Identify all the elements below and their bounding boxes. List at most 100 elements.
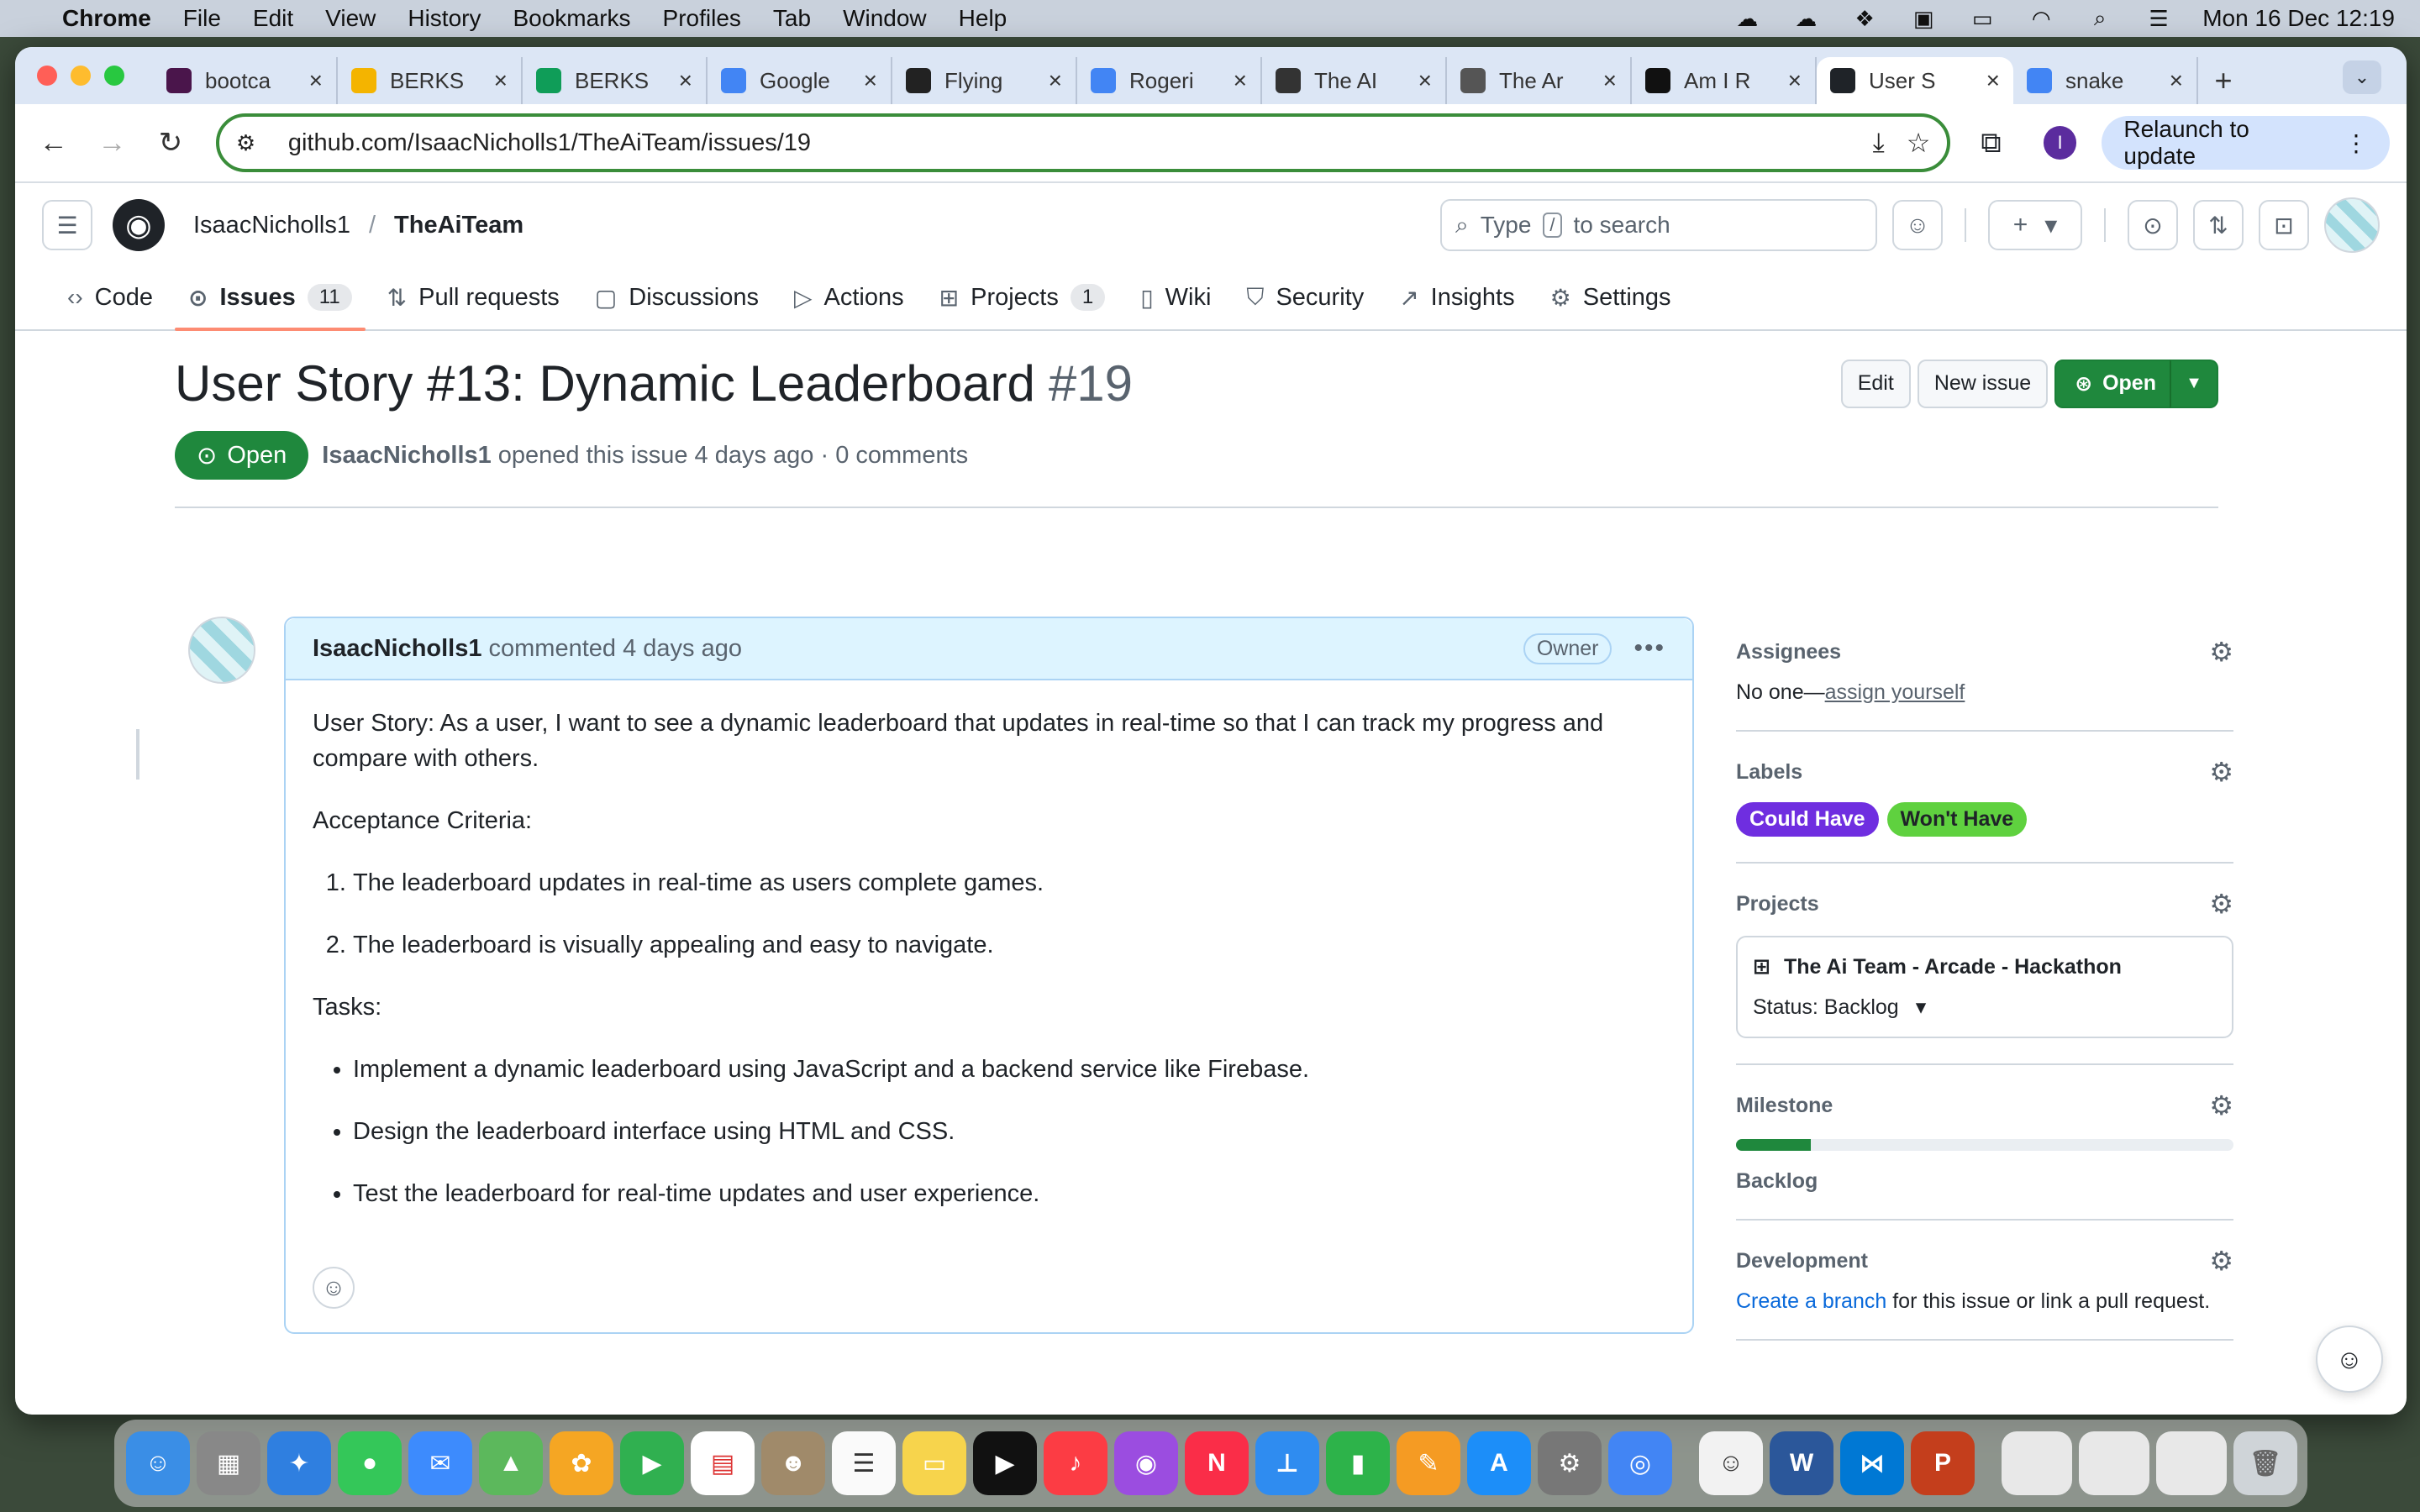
spotlight-search-icon[interactable]: ⌕ [2085, 5, 2115, 30]
install-app-icon[interactable]: ⤓ [1873, 127, 1885, 159]
menu-edit[interactable]: Edit [253, 5, 293, 32]
development-gear-icon[interactable]: ⚙ [2209, 1245, 2233, 1277]
tab-actions[interactable]: ▷ Actions [781, 265, 918, 329]
tab-wiki[interactable]: ▯ Wiki [1127, 265, 1224, 329]
close-tab-icon[interactable]: × [1986, 67, 2000, 94]
safari-icon[interactable]: ✦ [267, 1431, 331, 1495]
minimized-window-icon[interactable] [2079, 1431, 2149, 1495]
tab-security[interactable]: ⛉ Security [1233, 265, 1377, 329]
browser-tab[interactable]: snake × [2013, 57, 2198, 104]
hamburger-menu-icon[interactable]: ☰ [42, 200, 92, 250]
photos-icon[interactable]: ✿ [550, 1431, 613, 1495]
repo-owner-link[interactable]: IsaacNicholls1 [193, 212, 350, 239]
edit-button[interactable]: Edit [1840, 359, 1911, 408]
dropbox-icon[interactable]: ❖ [1849, 6, 1880, 31]
reminders-icon[interactable]: ☰ [832, 1431, 896, 1495]
app-store-icon[interactable]: A [1467, 1431, 1531, 1495]
open-dropdown-button[interactable]: ▼ [2170, 359, 2218, 408]
issue-label[interactable]: Could Have [1736, 802, 1879, 837]
site-info-icon[interactable]: ⚙ [236, 130, 270, 156]
browser-tab[interactable]: User S × [1817, 57, 2013, 104]
back-button[interactable]: ← [32, 121, 76, 165]
reload-button[interactable]: ↻ [149, 121, 192, 165]
pull-requests-icon[interactable]: ⇅ [2193, 200, 2244, 250]
comment-options-icon[interactable]: ••• [1634, 634, 1665, 663]
menu-view[interactable]: View [325, 5, 376, 32]
browser-tab[interactable]: bootca × [153, 57, 338, 104]
music-icon[interactable]: ♪ [1044, 1431, 1107, 1495]
powerpoint-icon[interactable]: P [1911, 1431, 1975, 1495]
podcasts-icon[interactable]: ◉ [1114, 1431, 1178, 1495]
browser-tab[interactable]: BERKS × [523, 57, 708, 104]
app-status-icon[interactable]: ▣ [1908, 6, 1939, 31]
copilot-icon[interactable]: ☺ [1892, 200, 1943, 250]
tab-discussions[interactable]: ▢ Discussions [581, 265, 772, 329]
new-tab-button[interactable]: + [2198, 57, 2249, 104]
search-input[interactable]: ⌕ Type / to search [1440, 199, 1877, 251]
face-app-icon[interactable]: ☺ [1699, 1431, 1763, 1495]
comment-author-avatar[interactable] [188, 617, 255, 684]
numbers-icon[interactable]: ▮ [1326, 1431, 1390, 1495]
close-tab-icon[interactable]: × [864, 67, 877, 94]
minimized-window-icon[interactable] [2002, 1431, 2072, 1495]
issues-icon[interactable]: ⊙ [2128, 200, 2178, 250]
comment-meta[interactable]: commented 4 days ago [489, 635, 742, 663]
issue-label[interactable]: Won't Have [1886, 802, 2028, 837]
labels-gear-icon[interactable]: ⚙ [2209, 756, 2233, 788]
wifi-icon[interactable]: ◠ [2026, 6, 2056, 31]
close-tab-icon[interactable]: × [1234, 67, 1247, 94]
messages-icon[interactable]: ● [338, 1431, 402, 1495]
menu-help[interactable]: Help [959, 5, 1007, 32]
tab-insights[interactable]: ↗ Insights [1386, 265, 1528, 329]
maps-icon[interactable]: ▲ [479, 1431, 543, 1495]
close-tab-icon[interactable]: × [679, 67, 692, 94]
tab-code[interactable]: ‹› Code [54, 265, 166, 329]
menu-tab[interactable]: Tab [773, 5, 811, 32]
battery-icon[interactable]: ▭ [1967, 6, 1997, 31]
browser-tab[interactable]: Rogeri × [1077, 57, 1262, 104]
contacts-icon[interactable]: ☻ [761, 1431, 825, 1495]
calendar-icon[interactable]: ▤ [691, 1431, 755, 1495]
notes-icon[interactable]: ▭ [902, 1431, 966, 1495]
close-tab-icon[interactable]: × [1049, 67, 1062, 94]
apple-tv-icon[interactable]: ▶ [973, 1431, 1037, 1495]
close-tab-icon[interactable]: × [309, 67, 323, 94]
menu-bookmarks[interactable]: Bookmarks [513, 5, 630, 32]
address-bar[interactable]: ⚙ github.com/IsaacNicholls1/TheAiTeam/is… [215, 113, 1951, 172]
repo-name-link[interactable]: TheAiTeam [394, 212, 523, 239]
projects-gear-icon[interactable]: ⚙ [2209, 888, 2233, 920]
control-center-icon[interactable]: ☰ [2144, 6, 2174, 31]
pages-icon[interactable]: ✎ [1397, 1431, 1460, 1495]
browser-tab[interactable]: The AI × [1262, 57, 1447, 104]
vscode-icon[interactable]: ⋈ [1840, 1431, 1904, 1495]
zoom-window-button[interactable] [104, 66, 124, 86]
project-status-dropdown[interactable]: Status: Backlog ▾ [1753, 995, 2217, 1020]
news-icon[interactable]: N [1185, 1431, 1249, 1495]
tab-projects[interactable]: ⊞ Projects 1 [926, 265, 1119, 329]
open-button[interactable]: ⊛ Open [2054, 359, 2176, 408]
profile-avatar[interactable]: I [2043, 126, 2077, 160]
comment-author-link[interactable]: IsaacNicholls1 [313, 635, 482, 663]
menubar-clock[interactable]: Mon 16 Dec 12:19 [2202, 5, 2395, 32]
browser-tab[interactable]: Flying × [892, 57, 1077, 104]
menu-app-name[interactable]: Chrome [62, 5, 151, 32]
cloud-icon[interactable]: ☁ [1732, 6, 1762, 31]
copilot-chat-button[interactable]: ☺ [2316, 1326, 2383, 1393]
browser-tab[interactable]: Am I R × [1632, 57, 1817, 104]
browser-tab[interactable]: BERKS × [338, 57, 523, 104]
url-text[interactable]: github.com/IsaacNicholls1/TheAiTeam/issu… [288, 129, 1851, 157]
browser-tab[interactable]: The Ar × [1447, 57, 1632, 104]
tab-settings[interactable]: ⚙ Settings [1537, 265, 1685, 329]
cloud-sync-icon[interactable]: ☁ [1791, 6, 1821, 31]
close-tab-icon[interactable]: × [1788, 67, 1802, 94]
minimize-window-button[interactable] [71, 66, 91, 86]
tab-pull-requests[interactable]: ⇅ Pull requests [374, 265, 573, 329]
close-tab-icon[interactable]: × [1418, 67, 1432, 94]
new-issue-button[interactable]: New issue [1917, 359, 2049, 408]
user-avatar[interactable] [2324, 197, 2380, 253]
browser-tab[interactable]: Google × [708, 57, 892, 104]
milestone-gear-icon[interactable]: ⚙ [2209, 1089, 2233, 1121]
mail-icon[interactable]: ✉ [408, 1431, 472, 1495]
launchpad-icon[interactable]: ▦ [197, 1431, 260, 1495]
relaunch-button[interactable]: Relaunch to update ⋮ [2102, 116, 2391, 170]
